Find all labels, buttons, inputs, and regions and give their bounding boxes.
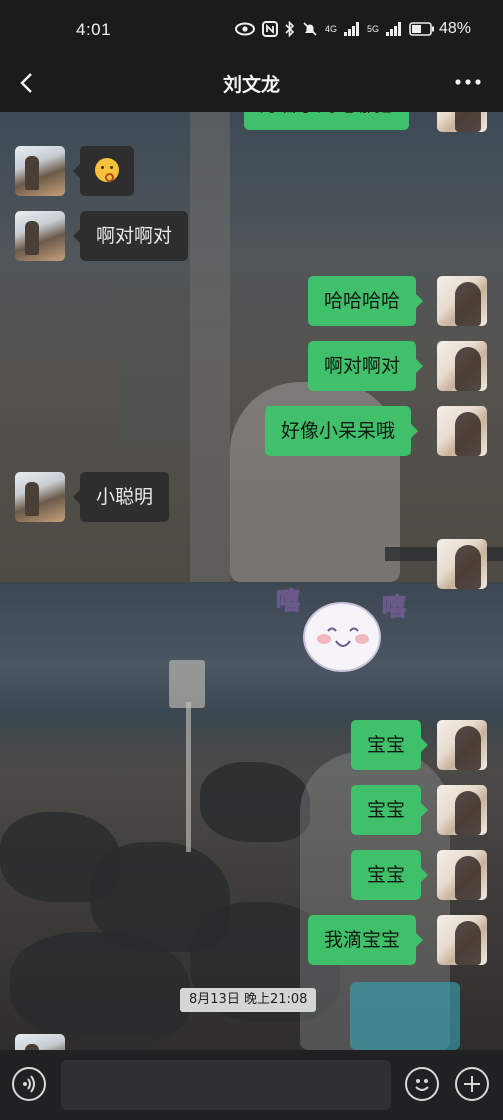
message-bubble-mine[interactable]: 好像小呆呆哦 bbox=[265, 406, 419, 456]
message-bubble-mine[interactable]: 宝宝 bbox=[351, 785, 429, 835]
background-rock bbox=[200, 762, 310, 842]
voice-button[interactable] bbox=[12, 1067, 46, 1101]
network-4g-label: 4G bbox=[324, 24, 337, 34]
background-sign bbox=[169, 660, 205, 708]
input-bar bbox=[0, 1050, 503, 1120]
battery-icon bbox=[409, 22, 434, 36]
plus-icon bbox=[464, 1076, 480, 1092]
network-5g-label: 5G bbox=[366, 24, 379, 34]
more-button[interactable] bbox=[453, 70, 483, 94]
status-icons: 4G 5G 48% bbox=[234, 20, 471, 38]
voice-icon bbox=[23, 1075, 35, 1093]
my-avatar[interactable] bbox=[437, 539, 487, 589]
eye-icon bbox=[234, 22, 255, 36]
my-avatar[interactable] bbox=[437, 915, 487, 965]
message-bubble-mine[interactable]: 宝宝 bbox=[351, 850, 429, 900]
chat-area[interactable]: 好看小刘跑哪把 啊对啊对 哈哈哈哈 啊对啊对 好像小呆呆哦 小聪明 嘻 嘻 宝宝… bbox=[0, 112, 503, 1050]
my-avatar[interactable] bbox=[437, 341, 487, 391]
my-avatar[interactable] bbox=[437, 112, 487, 132]
message-bubble-mine[interactable]: 我滴宝宝 bbox=[308, 915, 424, 965]
xixi-ghost-sticker[interactable]: 嘻 嘻 bbox=[276, 577, 407, 677]
message-bubble-friend[interactable]: 小聪明 bbox=[72, 472, 170, 522]
status-bar: 4:01 4G 5G 48% bbox=[0, 0, 503, 56]
message-input[interactable] bbox=[61, 1060, 391, 1110]
message-bubble-mine[interactable]: 好看小刘跑哪把 bbox=[244, 112, 410, 130]
my-avatar[interactable] bbox=[437, 406, 487, 456]
chat-header: 刘文龙 bbox=[0, 56, 503, 112]
message-bubble-mine[interactable]: 啊对啊对 bbox=[308, 341, 424, 391]
battery: 48% bbox=[409, 20, 471, 38]
emoji-icon bbox=[415, 1079, 429, 1091]
kiss-face-icon bbox=[95, 158, 119, 182]
battery-percent: 48% bbox=[438, 20, 471, 37]
my-avatar[interactable] bbox=[437, 850, 487, 900]
bluetooth-icon bbox=[285, 21, 295, 37]
mute-bell-icon bbox=[303, 22, 317, 36]
friend-avatar[interactable] bbox=[15, 472, 65, 522]
chat-title: 刘文龙 bbox=[222, 74, 280, 96]
background-pole bbox=[190, 112, 230, 582]
status-time: 4:01 bbox=[76, 20, 112, 39]
more-functions-button[interactable] bbox=[455, 1067, 489, 1101]
background-sign-post bbox=[186, 702, 191, 852]
friend-avatar[interactable] bbox=[15, 211, 65, 261]
my-avatar[interactable] bbox=[437, 785, 487, 835]
signal-icon bbox=[343, 22, 359, 36]
message-bubble-friend[interactable] bbox=[80, 1034, 152, 1050]
friend-avatar[interactable] bbox=[15, 1034, 65, 1050]
my-avatar[interactable] bbox=[437, 276, 487, 326]
nfc-icon bbox=[261, 21, 278, 37]
message-timestamp: 8月13日 晚上21:08 bbox=[180, 988, 317, 1012]
my-avatar[interactable] bbox=[437, 720, 487, 770]
message-bubble-mine[interactable]: 宝宝 bbox=[351, 720, 429, 770]
background-utility-box bbox=[120, 282, 190, 442]
more-dots-icon bbox=[455, 79, 481, 85]
background-shorts bbox=[350, 982, 460, 1050]
friend-avatar[interactable] bbox=[15, 146, 65, 196]
emoji-button[interactable] bbox=[405, 1067, 439, 1101]
background-rock bbox=[10, 932, 190, 1042]
sticker-text-right: 嘻 bbox=[382, 593, 407, 622]
message-bubble-friend[interactable] bbox=[73, 146, 134, 196]
message-bubble-mine[interactable]: 哈哈哈哈 bbox=[308, 276, 424, 326]
message-bubble-friend[interactable]: 啊对啊对 bbox=[72, 211, 189, 261]
sticker-text-left: 嘻 bbox=[276, 587, 301, 616]
signal-icon-2 bbox=[385, 22, 401, 36]
